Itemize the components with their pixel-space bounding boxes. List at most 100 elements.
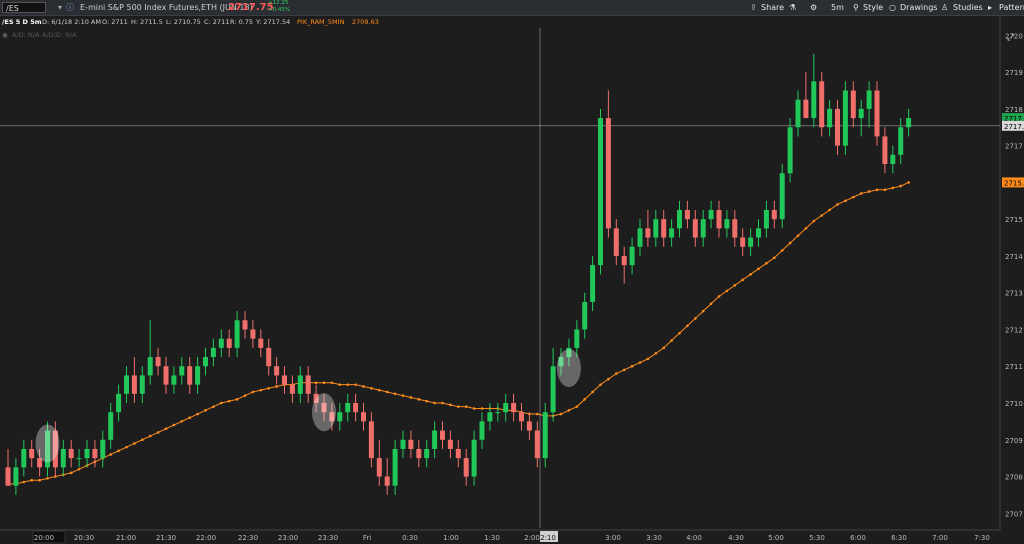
ma-point [22,480,26,484]
ma-point [196,412,199,416]
ma-point [757,267,760,271]
patterns-icon[interactable]: ▸ [988,1,992,14]
ma-point [575,405,579,408]
style-button[interactable]: Style [863,1,883,14]
candle-up [487,412,493,422]
ma-point [686,324,689,328]
highlight-ellipse [35,424,60,463]
ma-point [907,181,910,184]
candle-up [763,209,769,229]
ma-point [607,377,610,381]
ma-point [354,383,357,386]
candle-up [210,347,216,358]
price-chart[interactable]: 2707270827092710271127122713271427152716… [0,0,1024,544]
candle-up [76,458,82,460]
x-tick-label: Fri [363,534,371,542]
x-tick-label: 1:00 [443,534,459,542]
candle-up [84,448,90,459]
y-tick-label: 2714 [1005,253,1023,261]
ma-point [322,381,326,385]
share-icon[interactable]: ⇪ [750,1,757,14]
studies-button[interactable]: Studies [953,1,983,14]
y-tick-label: 2712 [1005,326,1023,334]
ma-point [164,427,168,431]
candle-down [92,448,98,459]
ma-point [472,407,476,410]
candle-down [68,448,74,459]
candle-up [147,357,153,376]
ma-point [38,478,41,482]
ma-point [583,398,586,401]
x-tick-label: 23:00 [278,534,298,542]
candle-up [195,366,201,385]
ad-label: A/D: N/A [12,31,40,39]
x-tick-label: 0:30 [402,534,418,542]
candle-up [598,118,603,266]
drawings-button[interactable]: Drawings [900,1,937,14]
candle-up [787,127,793,174]
ma-point [638,361,642,364]
candle-down [226,338,232,348]
candle-up [139,375,145,394]
candle-down [526,421,532,431]
candle-down [447,439,453,449]
candle-up [858,108,864,119]
x-tick-label: 20:30 [74,534,94,542]
y-tick-label: 2710 [1005,400,1023,408]
info-icon[interactable]: ⓘ [66,2,74,13]
ma-point [899,184,902,188]
flask-icon[interactable]: ⚗ [789,1,796,14]
ma-point [212,405,215,408]
studies-icon[interactable]: ♙ [941,1,948,14]
candle-up [677,209,682,229]
ma-point [701,309,705,313]
share-button[interactable]: Share [761,1,784,14]
candle-down [613,228,619,256]
style-icon[interactable]: ⚲ [853,1,859,14]
candle-up [392,448,398,486]
candle-up [708,209,714,220]
chevron-down-icon[interactable]: ▾ [58,2,62,13]
drawings-icon[interactable]: ○ [889,1,896,14]
ma-point [109,453,112,456]
candle-down [850,90,856,119]
info-bar: /ES 5 D 5m D: 6/1/18 2:10 AM O: 2711 H: … [0,16,1024,28]
top-toolbar: /ES ▾ ⓘ E-mini S&P 500 Index Futures,ETH… [0,0,1024,16]
candle-down [376,458,382,477]
candle-up [898,127,904,155]
candle-up [795,99,801,128]
ma-point [615,372,618,375]
ma-point [385,390,389,394]
candle-up [345,403,351,413]
y-tick-label: 2717 [1005,143,1023,151]
ma-point [796,234,800,238]
x-tick-label: 3:00 [605,534,621,542]
candle-down [692,219,698,238]
ma-point [346,383,350,386]
ma-point [243,394,247,397]
candle-down [771,209,777,220]
candle-down [274,366,280,376]
expand-icon[interactable]: ⤢ [1006,33,1014,43]
x-tick-label: 5:00 [768,534,784,542]
settings-circle-icon[interactable]: ◉ [2,30,8,40]
ma-point [480,407,484,410]
ma-point [591,390,594,394]
candle-down [384,476,390,486]
symbol-input[interactable]: /ES [2,2,46,13]
candle-up [779,173,785,220]
x-tick-label: 4:30 [728,534,744,542]
y-tick-label: 2713 [1005,290,1023,298]
ma-point [852,195,855,199]
ma-point [780,249,784,252]
candle-up [756,228,761,238]
patterns-button[interactable]: Patterns [999,1,1024,14]
timeframe-button[interactable]: 5m [831,1,844,14]
gear-icon[interactable]: ⚙ [810,1,817,14]
study-value: 2709.63 [352,18,379,26]
y-tick-label: 2719 [1005,69,1023,77]
candle-down [661,219,667,238]
candle-up [748,237,754,247]
x-tick-label: 5:30 [809,534,825,542]
ma-point [867,190,871,193]
